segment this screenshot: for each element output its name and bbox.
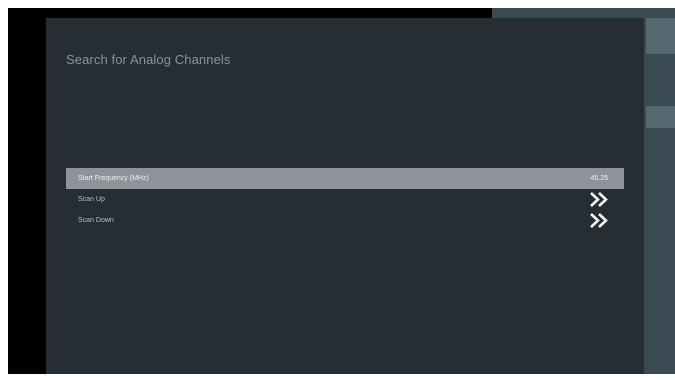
dialog-title: Search for Analog Channels	[66, 52, 231, 67]
option-label: Scan Down	[78, 217, 114, 224]
double-chevron-right-icon	[590, 213, 608, 228]
option-label: Scan Up	[78, 196, 105, 203]
scan-down-option[interactable]: Scan Down	[66, 210, 624, 231]
double-chevron-right-icon	[590, 192, 608, 207]
option-label: Start Frequency (MHz)	[78, 175, 149, 182]
start-frequency-option[interactable]: Start Frequency (MHz) 45.25	[66, 168, 624, 189]
option-list: Start Frequency (MHz) 45.25 Scan Up Scan…	[66, 168, 624, 231]
tv-screen: Search for Analog Channels Start Frequen…	[8, 8, 675, 374]
background-panel-item	[646, 18, 675, 54]
analog-channel-search-dialog: Search for Analog Channels Start Frequen…	[46, 18, 644, 374]
frequency-value: 45.25	[590, 175, 608, 182]
scan-up-option[interactable]: Scan Up	[66, 189, 624, 210]
background-panel-item	[646, 106, 675, 128]
